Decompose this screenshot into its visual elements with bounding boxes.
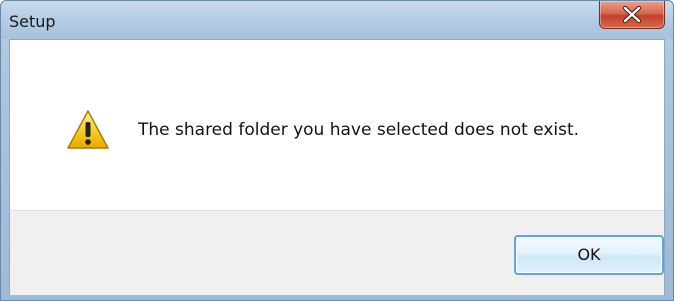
close-button[interactable] <box>599 1 665 29</box>
button-bar: OK <box>10 210 664 295</box>
dialog-client-area: The shared folder you have selected does… <box>9 39 665 295</box>
setup-dialog-window: Setup The shared folder you have selecte… <box>0 0 674 301</box>
warning-icon <box>67 110 109 149</box>
message-text: The shared folder you have selected does… <box>138 120 580 140</box>
ok-button[interactable]: OK <box>514 235 664 275</box>
title-bar[interactable]: Setup <box>1 1 673 39</box>
close-icon <box>622 5 642 24</box>
window-title: Setup <box>9 12 56 31</box>
message-area: The shared folder you have selected does… <box>10 40 664 210</box>
